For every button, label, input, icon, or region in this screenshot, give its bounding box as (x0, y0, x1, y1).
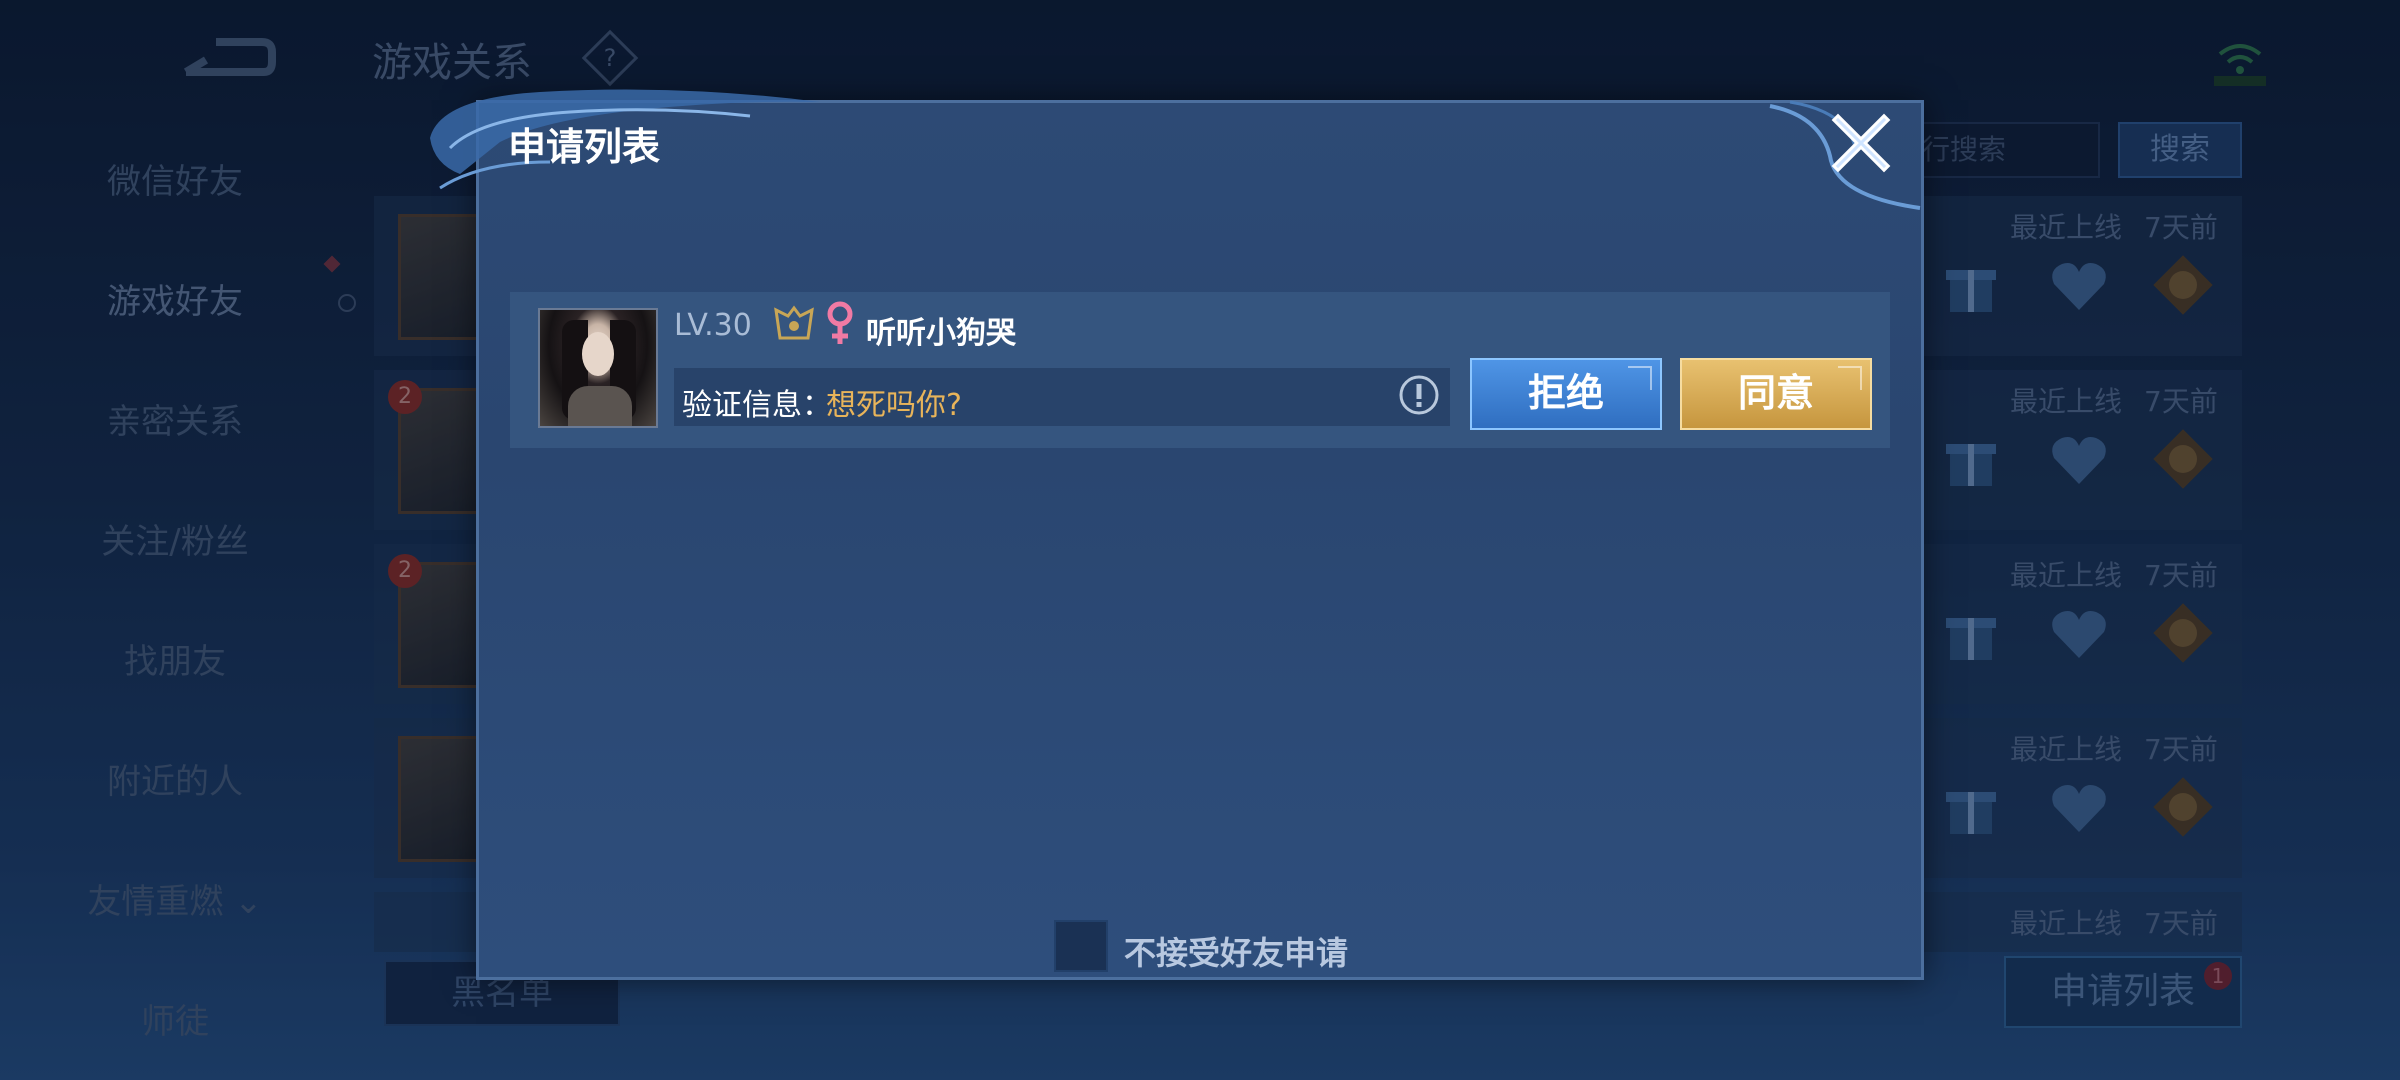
verify-message: 想死吗你? (826, 388, 962, 423)
requester-name: 听听小狗哭 (866, 316, 1016, 351)
accept-button[interactable]: 同意 (1680, 358, 1872, 430)
request-list-dialog (476, 100, 1924, 980)
no-accept-requests-checkbox[interactable] (1054, 920, 1108, 972)
requester-avatar[interactable] (538, 308, 658, 428)
dialog-title: 申请列表 (508, 125, 661, 169)
requester-level: LV.30 (674, 308, 752, 343)
close-icon[interactable] (1828, 110, 1894, 176)
verification-message-box: 验证信息： 想死吗你? (674, 368, 1450, 426)
friend-request-row: LV.30 听听小狗哭 验证信息： 想死吗你? 拒绝 同意 (510, 292, 1890, 448)
reject-button[interactable]: 拒绝 (1470, 358, 1662, 430)
info-icon[interactable] (1398, 374, 1440, 416)
female-icon (827, 301, 853, 344)
no-accept-requests-label: 不接受好友申请 (1124, 934, 1349, 972)
verify-label: 验证信息： (682, 388, 832, 423)
rank-emblem-icon (774, 305, 814, 340)
